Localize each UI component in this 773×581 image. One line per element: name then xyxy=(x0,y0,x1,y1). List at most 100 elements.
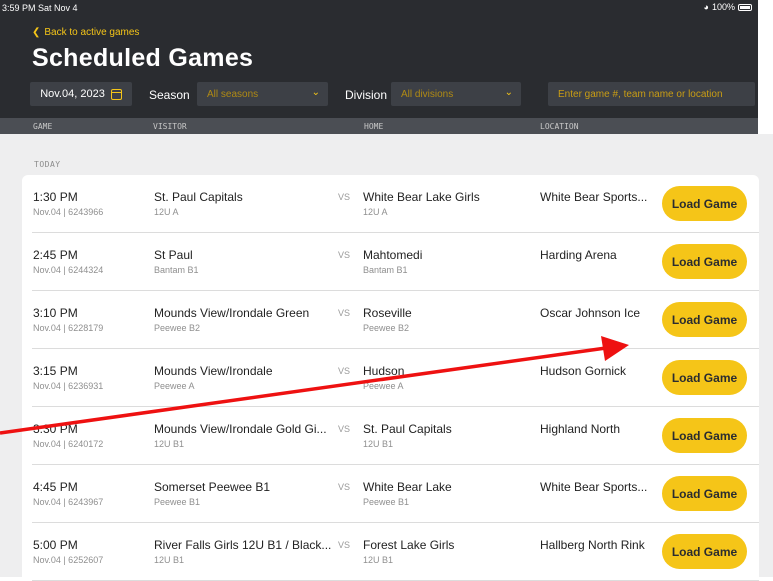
home-team: White Bear Lake xyxy=(363,480,452,494)
game-row[interactable]: 1:30 PM Nov.04 | 6243966 St. Paul Capitals… xyxy=(22,175,759,233)
division-select[interactable]: All divisions ⌄ xyxy=(391,82,521,106)
season-value: All seasons xyxy=(207,88,259,100)
chevron-down-icon: ⌄ xyxy=(504,87,513,98)
column-game: GAME xyxy=(33,122,53,131)
game-time: 3:15 PM xyxy=(33,364,78,378)
game-row[interactable]: 2:45 PM Nov.04 | 6244324 St Paul Bantam B1 V… xyxy=(22,233,759,291)
home-team: Forest Lake Girls xyxy=(363,538,455,552)
load-game-button[interactable]: Load Game xyxy=(662,186,747,221)
home-division: Bantam B1 xyxy=(363,265,408,275)
game-time: 5:00 PM xyxy=(33,538,78,552)
load-game-button[interactable]: Load Game xyxy=(662,360,747,395)
game-time: 1:30 PM xyxy=(33,190,78,204)
game-row[interactable]: 3:30 PM Nov.04 | 6240172 Mounds View/Irond… xyxy=(22,407,759,465)
battery-icon xyxy=(738,3,752,11)
game-row[interactable]: 5:00 PM Nov.04 | 6252607 River Falls Girls… xyxy=(22,523,759,581)
visitor-team: St Paul xyxy=(154,248,193,262)
game-time: 4:45 PM xyxy=(33,480,78,494)
vs-label: VS xyxy=(338,250,351,260)
home-division: Peewee B1 xyxy=(363,497,410,507)
filter-bar: Nov.04, 2023 Season All seasons ⌄ Divisi… xyxy=(30,82,758,106)
column-location: LOCATION xyxy=(540,122,579,131)
calendar-icon xyxy=(110,88,122,100)
home-team: Roseville xyxy=(363,306,412,320)
visitor-team: Mounds View/Irondale Gold Gi... xyxy=(154,422,327,436)
column-visitor: VISITOR xyxy=(153,122,187,131)
load-game-button[interactable]: Load Game xyxy=(662,476,747,511)
game-location: Harding Arena xyxy=(540,248,617,262)
home-team: Hudson xyxy=(363,364,405,378)
division-value: All divisions xyxy=(401,88,454,100)
battery-percent: 100% xyxy=(711,2,735,12)
game-meta: Nov.04 | 6243967 xyxy=(33,497,104,507)
vs-label: VS xyxy=(338,366,351,376)
game-meta: Nov.04 | 6236931 xyxy=(33,381,104,391)
visitor-division: Peewee A xyxy=(154,381,195,391)
game-meta: Nov.04 | 6243966 xyxy=(33,207,104,217)
column-home: HOME xyxy=(364,122,384,131)
app-header: 3:59 PM Sat Nov 4 ◕ 100% ❮ Back to activ… xyxy=(0,0,758,118)
game-meta: Nov.04 | 6228179 xyxy=(33,323,104,333)
date-picker[interactable]: Nov.04, 2023 xyxy=(30,82,132,106)
visitor-team: St. Paul Capitals xyxy=(154,190,243,204)
visitor-division: Peewee B2 xyxy=(154,323,201,333)
game-time: 3:30 PM xyxy=(33,422,78,436)
section-label-today: TODAY xyxy=(34,160,61,169)
home-division: 12U B1 xyxy=(363,439,394,449)
home-division: Peewee A xyxy=(363,381,404,391)
game-meta: Nov.04 | 6252607 xyxy=(33,555,104,565)
game-location: Oscar Johnson Ice xyxy=(540,306,641,320)
visitor-team: River Falls Girls 12U B1 / Black... xyxy=(154,538,332,552)
date-value: Nov.04, 2023 xyxy=(40,88,105,100)
season-label: Season xyxy=(149,88,190,102)
season-select[interactable]: All seasons ⌄ xyxy=(197,82,328,106)
load-game-button[interactable]: Load Game xyxy=(662,534,747,569)
wifi-icon: ◕ xyxy=(703,2,709,12)
visitor-team: Mounds View/Irondale Green xyxy=(154,306,310,320)
status-bar: 3:59 PM Sat Nov 4 ◕ 100% xyxy=(0,0,758,14)
game-location: Highland North xyxy=(540,422,621,436)
vs-label: VS xyxy=(338,540,351,550)
game-row[interactable]: 3:10 PM Nov.04 | 6228179 Mounds View/Irond… xyxy=(22,291,759,349)
game-list: 1:30 PM Nov.04 | 6243966 St. Paul Capitals… xyxy=(22,175,759,581)
home-team: St. Paul Capitals xyxy=(363,422,452,436)
game-row[interactable]: 4:45 PM Nov.04 | 6243967 Somerset Peewee B… xyxy=(22,465,759,523)
status-time: 3:59 PM Sat Nov 4 xyxy=(2,3,78,13)
load-game-button[interactable]: Load Game xyxy=(662,244,747,279)
vs-label: VS xyxy=(338,424,351,434)
visitor-team: Mounds View/Irondale xyxy=(154,364,273,378)
game-location: White Bear Sports... xyxy=(540,190,648,204)
home-division: 12U A xyxy=(363,207,388,217)
visitor-division: Peewee B1 xyxy=(154,497,201,507)
game-row[interactable]: 3:15 PM Nov.04 | 6236931 Mounds View/Irond… xyxy=(22,349,759,407)
visitor-division: 12U B1 xyxy=(154,439,185,449)
vs-label: VS xyxy=(338,308,351,318)
column-header-row: GAME VISITOR HOME LOCATION xyxy=(0,118,758,134)
game-time: 3:10 PM xyxy=(33,306,78,320)
home-team: Mahtomedi xyxy=(363,248,423,262)
side-margin xyxy=(758,0,773,134)
visitor-division: Bantam B1 xyxy=(154,265,199,275)
search-input[interactable] xyxy=(548,82,755,106)
home-division: Peewee B2 xyxy=(363,323,410,333)
vs-label: VS xyxy=(338,482,351,492)
game-location: Hallberg North Rink xyxy=(540,538,645,552)
home-team: White Bear Lake Girls xyxy=(363,190,480,204)
chevron-down-icon: ⌄ xyxy=(311,87,320,98)
game-meta: Nov.04 | 6244324 xyxy=(33,265,104,275)
load-game-button[interactable]: Load Game xyxy=(662,302,747,337)
vs-label: VS xyxy=(338,192,351,202)
game-location: Hudson Gornick xyxy=(540,364,627,378)
page-title: Scheduled Games xyxy=(32,44,254,72)
home-division: 12U B1 xyxy=(363,555,394,565)
division-label: Division xyxy=(345,88,388,102)
games-content: TODAY 1:30 PM Nov.04 | 6243966 St. Paul Ca… xyxy=(0,134,773,581)
battery-indicator: ◕ 100% xyxy=(704,2,752,12)
game-meta: Nov.04 | 6240172 xyxy=(33,439,104,449)
visitor-division: 12U A xyxy=(154,207,179,217)
back-to-active-games-link[interactable]: ❮ Back to active games xyxy=(32,27,139,38)
visitor-team: Somerset Peewee B1 xyxy=(154,480,271,494)
load-game-button[interactable]: Load Game xyxy=(662,418,747,453)
game-time: 2:45 PM xyxy=(33,248,78,262)
visitor-division: 12U B1 xyxy=(154,555,185,565)
